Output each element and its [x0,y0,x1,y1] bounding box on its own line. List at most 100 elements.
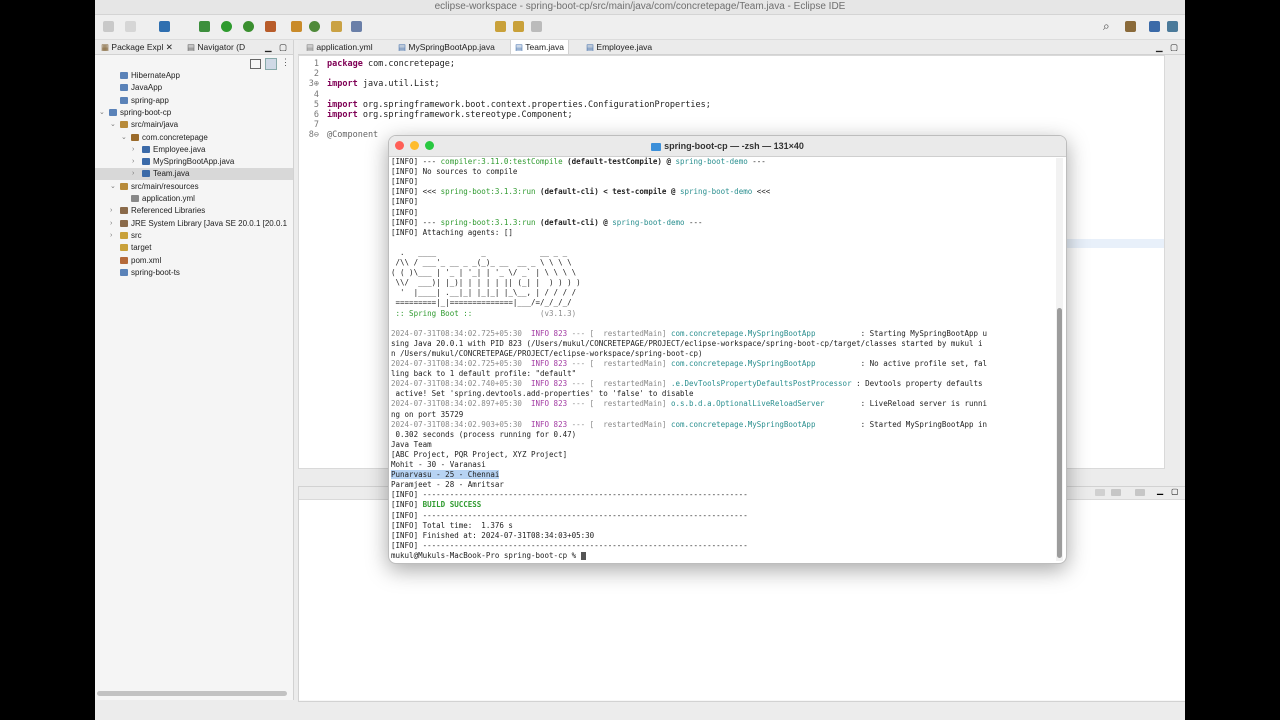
tree-item[interactable]: ⌄ spring-boot-cp [95,107,293,119]
search-icon[interactable]: ⌕ [1103,19,1110,34]
maximize-icon[interactable]: ▢ [279,42,287,53]
open-type-icon[interactable] [331,21,342,32]
tree-item[interactable]: › Team.java [95,168,293,181]
maximize-icon[interactable]: ▢ [1170,42,1178,53]
tree-item[interactable]: ⌄ src/main/resources [95,181,293,193]
close-window-button[interactable] [395,141,404,150]
minimize-icon[interactable]: ▁ [1156,42,1163,53]
tree-item[interactable]: › src [95,230,293,242]
tree-item[interactable]: ⌄ com.concretepage [95,132,293,144]
terminal-text: 0.302 seconds (process running for 0.47) [391,429,577,439]
tree-item[interactable]: › Referenced Libraries [95,205,293,217]
terminal-text: ( ( )\___ | '_ | '_| | '_ \/ _` | \ \ \ … [391,268,577,278]
tree-item[interactable]: › MySpringBootApp.java [95,156,293,168]
chevron-down-icon[interactable]: ⌄ [110,181,116,193]
tree-item-label: com.concretepage [142,132,208,142]
chevron-right-icon[interactable]: › [132,168,134,180]
view-menu-icon[interactable]: ⋮ [281,57,290,68]
external-tools-icon[interactable] [265,21,276,32]
debug-icon[interactable] [199,21,210,32]
tab-team-java[interactable]: ▤ Team.java [510,40,569,54]
minimize-window-button[interactable] [410,141,419,150]
chevron-down-icon[interactable]: ⌄ [110,119,116,131]
tree-item[interactable]: › Employee.java [95,144,293,156]
terminal-line: ling back to 1 default profile: "default… [391,369,576,379]
tree-item[interactable]: JavaApp [95,82,293,94]
tree-item[interactable]: application.yml [95,193,293,205]
tree-item-label: src/main/resources [131,181,199,191]
terminal-scrollbar[interactable] [1056,158,1063,561]
tree-item[interactable]: HibernateApp [95,70,293,82]
tree-item[interactable]: › JRE System Library [Java SE 20.0.1 [20.… [95,218,293,230]
tree-item[interactable]: pom.xml [95,255,293,267]
window-title-bar: eclipse-workspace - spring-boot-cp/src/m… [95,0,1185,15]
tree-item-label: MySpringBootApp.java [153,157,235,167]
tree-item-label: application.yml [142,194,195,203]
save-icon[interactable] [125,21,136,32]
code-text: import java.util.List; [327,79,440,89]
chevron-right-icon[interactable]: › [110,218,112,230]
terminal-line: 2024-07-31T08:34:02.903+05:30 INFO 823 -… [391,420,987,430]
run-icon[interactable] [221,21,232,32]
terminal-text: Java Team [391,439,432,449]
java-perspective-icon[interactable] [1149,21,1160,32]
display-console-icon[interactable] [1111,489,1121,496]
debug-perspective-icon[interactable] [1167,21,1178,32]
tree-item[interactable]: target [95,242,293,254]
back-icon[interactable] [495,21,506,32]
new-class-icon[interactable] [309,21,320,32]
line-number: 4 [313,89,319,100]
new-icon[interactable] [103,21,114,32]
terminal-text: [INFO] Total time: 1.376 s [391,520,513,530]
zoom-window-button[interactable] [425,141,434,150]
new-package-icon[interactable] [291,21,302,32]
terminal-text: --- [ restartedMain] [567,359,671,368]
chevron-right-icon[interactable]: › [110,230,112,242]
search-tool-icon[interactable] [351,21,362,32]
terminal-line: [ABC Project, PQR Project, XYZ Project] [391,450,567,460]
chevron-down-icon[interactable]: ⌄ [121,132,127,144]
minimize-icon[interactable]: ▁ [1157,486,1163,495]
line-number: 3⊕ [308,79,319,90]
coverage-icon[interactable] [243,21,254,32]
terminal-title: spring-boot-cp — -zsh — 131×40 [664,141,804,151]
folder-icon [120,244,128,252]
terminal-window[interactable]: spring-boot-cp — -zsh — 131×40 [INFO] --… [388,135,1067,564]
chevron-right-icon[interactable]: › [110,205,112,217]
console-icon[interactable] [159,21,170,32]
terminal-text: INFO 823 [530,419,568,429]
minimize-icon[interactable]: ▁ [265,42,272,53]
terminal-text: Paramjeet - 28 - Amritsar [391,480,504,490]
open-console-icon[interactable] [1135,489,1145,496]
tree-item[interactable]: ⌄ src/main/java [95,119,293,131]
terminal-text: BUILD SUCCESS [422,500,482,510]
perspective-icon[interactable] [1125,21,1136,32]
tab-employee-java[interactable]: ▤ Employee.java [586,42,652,53]
link-editor-icon[interactable] [265,58,277,70]
tree-item[interactable]: spring-app [95,95,293,107]
tab-label: MySpringBootApp.java [408,42,495,52]
tab-navigator[interactable]: ▤ Navigator (D [187,42,245,53]
collapse-all-icon[interactable] [250,59,261,69]
code-rest: org.springframework.boot.context.propert… [357,99,711,110]
terminal-text: ling back to 1 default profile: "default… [391,369,577,379]
scrollbar-thumb[interactable] [1057,308,1062,558]
horizontal-scrollbar[interactable] [97,691,287,696]
terminal-output[interactable]: [INFO] --- compiler:3.11.0:testCompile (… [391,157,1054,561]
maximize-icon[interactable]: ▢ [1171,487,1179,496]
terminal-text: (v3.1.3) [476,308,577,318]
terminal-line: n /Users/mukul/CONCRETEPAGE/PROJECT/ecli… [391,349,703,359]
eclipse-window: eclipse-workspace - spring-boot-cp/src/m… [95,0,1185,720]
chevron-right-icon[interactable]: › [132,156,134,168]
tab-package-explorer[interactable]: ▦ Package Expl ✕ [101,42,173,53]
tab-myspringbootapp-java[interactable]: ▤ MySpringBootApp.java [398,42,495,53]
chevron-right-icon[interactable]: › [132,144,134,156]
tab-application-yml[interactable]: ▤ application.yml [306,42,373,53]
tree-item[interactable]: spring-boot-ts [95,267,293,279]
chevron-down-icon[interactable]: ⌄ [99,107,105,119]
forward-icon[interactable] [513,21,524,32]
console-actions-icon[interactable] [1095,489,1105,496]
xml-file-icon [120,256,128,264]
nav-back-icon[interactable] [531,21,542,32]
close-icon[interactable]: ✕ [166,42,173,52]
